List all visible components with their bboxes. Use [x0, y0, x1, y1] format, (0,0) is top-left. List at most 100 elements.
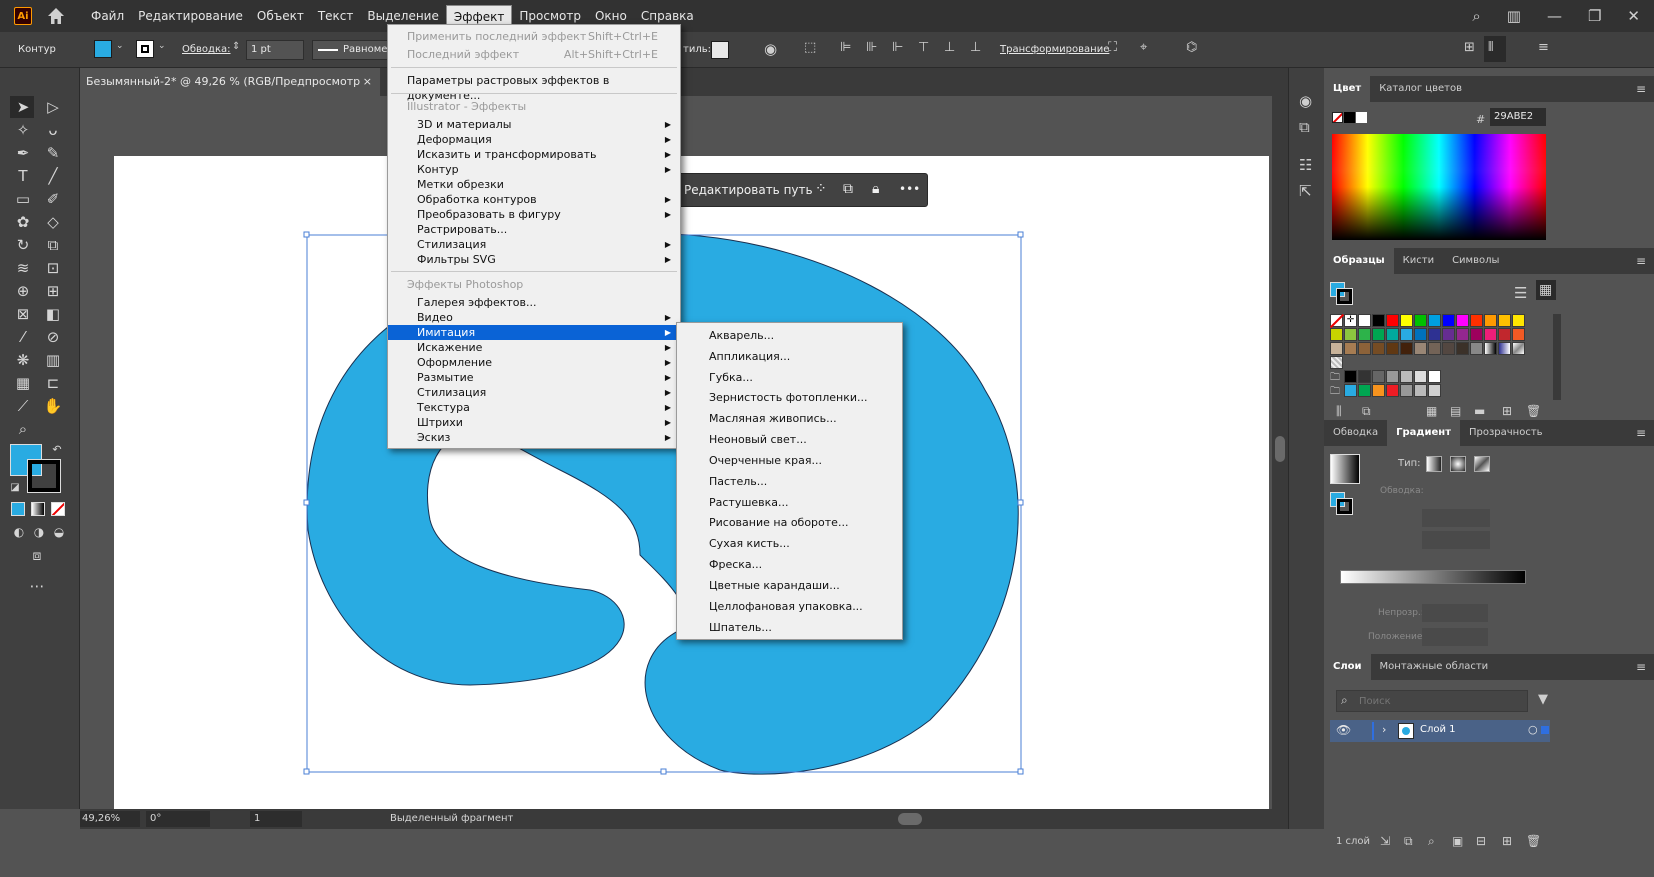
gradient-aspect-field[interactable] [1422, 531, 1490, 549]
menu-artistic[interactable]: Имитация ▶ [388, 325, 680, 340]
swatch-cell[interactable] [1512, 342, 1525, 355]
swatch-cell[interactable] [1512, 314, 1525, 327]
lasso-tool-icon[interactable]: ᴗ [42, 120, 64, 140]
shape-builder-tool-icon[interactable]: ⊕ [12, 281, 34, 301]
submenu-item[interactable]: Масляная живопись... [709, 411, 837, 427]
menu-effect-gallery[interactable]: Галерея эффектов... [388, 295, 680, 310]
menu-rasterize[interactable]: Растрировать... [388, 222, 680, 237]
stepper-icon[interactable]: ⇕ [232, 41, 240, 52]
swatch-cell[interactable] [1456, 328, 1469, 341]
menu-crop-marks[interactable]: Метки обрезки [388, 177, 680, 192]
warp-tool-icon[interactable]: ≋ [12, 258, 34, 278]
menu-svg-filters[interactable]: Фильтры SVG ▶ [388, 252, 680, 267]
type-tool-icon[interactable]: T [12, 166, 34, 186]
new-sublayer-icon[interactable]: ⊟ [1476, 834, 1486, 848]
swatch-cell[interactable] [1372, 342, 1385, 355]
hand-tool-icon[interactable]: ✋ [42, 396, 64, 416]
menu-icon[interactable]: ≡ [1538, 40, 1549, 55]
workspace-icon[interactable]: ▥ [1507, 7, 1521, 25]
stroke-swatch[interactable] [136, 40, 154, 58]
swatch-cell[interactable] [1372, 370, 1385, 383]
delete-layer-icon[interactable]: 🗑︎ [1526, 834, 1541, 848]
duplicate-icon[interactable]: ⧉ [843, 181, 853, 197]
draw-inside-icon[interactable]: ◒ [48, 522, 70, 542]
edit-toolbar-icon[interactable]: ⋯ [26, 576, 48, 596]
swatch-cell[interactable] [1456, 342, 1469, 355]
swatch-cell[interactable] [1470, 328, 1483, 341]
menu-path[interactable]: Контур ▶ [388, 162, 680, 177]
tab-color[interactable]: Цвет [1324, 76, 1371, 102]
close-window-icon[interactable]: ✕ [1627, 7, 1640, 25]
vertical-scrollbar[interactable] [1272, 96, 1288, 809]
scale-tool-icon[interactable]: ⧉ [42, 235, 64, 255]
swatch-cell[interactable] [1428, 384, 1441, 397]
panel-menu-icon[interactable]: ≡ [1636, 426, 1646, 440]
gradient-preview[interactable] [1330, 454, 1360, 484]
grid-view-icon[interactable]: ▦ [1539, 282, 1552, 298]
tab-gradient[interactable]: Градиент [1387, 420, 1460, 446]
tab-swatches[interactable]: Образцы [1324, 248, 1394, 274]
align-middle-icon[interactable]: ⊥ [944, 40, 955, 55]
screen-mode-icon[interactable]: ⧈ [26, 546, 48, 566]
swatch-cell[interactable] [1400, 342, 1413, 355]
slice-tool-icon[interactable]: ⟋ [12, 396, 34, 416]
layers-search-box[interactable]: ⌕ [1336, 690, 1528, 712]
swatch-stroke-preview[interactable] [1336, 288, 1353, 305]
menu-object[interactable]: Объект [250, 5, 311, 27]
swatch-cell[interactable] [1358, 328, 1371, 341]
zoom-tool-icon[interactable]: ⌕ [12, 419, 34, 439]
none-mode-icon[interactable] [51, 502, 65, 516]
tab-layers[interactable]: Слои [1324, 654, 1371, 680]
direct-selection-tool-icon[interactable]: ▷ [42, 97, 64, 117]
swatch-cell[interactable] [1484, 314, 1497, 327]
swatch-cell[interactable] [1498, 328, 1511, 341]
menu-3d-materials[interactable]: 3D и материалы ▶ [388, 117, 680, 132]
blend-tool-icon[interactable]: ⊘ [42, 327, 64, 347]
home-icon[interactable] [46, 6, 66, 26]
submenu-item[interactable]: Фреска... [709, 557, 762, 573]
align-right-icon[interactable]: ⊩ [892, 40, 903, 55]
menu-distort-transform[interactable]: Исказить и трансформировать ▶ [388, 147, 680, 162]
mesh-tool-icon[interactable]: ⊠ [12, 304, 34, 324]
clipping-mask-icon[interactable]: ▣ [1452, 834, 1463, 848]
column-graph-tool-icon[interactable]: ▥ [42, 350, 64, 370]
swatch-cell[interactable] [1484, 342, 1497, 355]
swatch-cell[interactable] [1400, 328, 1413, 341]
swatch-cell[interactable] [1498, 342, 1511, 355]
pen-tool-icon[interactable]: ✒ [12, 143, 34, 163]
submenu-item[interactable]: Акварель... [709, 328, 774, 344]
menu-brush-strokes[interactable]: Штрихи ▶ [388, 415, 680, 430]
swatch-cell[interactable] [1386, 342, 1399, 355]
perspective-grid-tool-icon[interactable]: ⊞ [42, 281, 64, 301]
black-swatch[interactable] [1344, 112, 1355, 123]
swatch-cell[interactable]: ✛ [1344, 314, 1357, 327]
align-bottom-icon[interactable]: ⊥ [970, 40, 981, 55]
swatch-kinds-icon[interactable]: ▦ [1426, 404, 1437, 418]
radial-gradient-button[interactable] [1450, 456, 1466, 472]
menu-type[interactable]: Текст [311, 5, 361, 27]
tab-brushes[interactable]: Кисти [1394, 248, 1443, 274]
position-field[interactable] [1422, 628, 1488, 646]
swatch-cell[interactable] [1358, 314, 1371, 327]
chevron-down-icon[interactable]: ⌄ [158, 41, 166, 51]
rotation-field[interactable]: 0° [146, 811, 210, 827]
swatch-cell[interactable] [1414, 328, 1427, 341]
swatch-cell[interactable] [1414, 314, 1427, 327]
eyedropper-tool-icon[interactable]: ⁄ [12, 327, 34, 347]
menu-blur[interactable]: Размытие ▶ [388, 370, 680, 385]
swatch-cell[interactable] [1330, 356, 1343, 369]
submenu-item[interactable]: Шпатель... [709, 620, 772, 636]
arrange-docs-icon[interactable]: ⊞ [1464, 40, 1475, 55]
menu-convert-to-shape[interactable]: Преобразовать в фигуру ▶ [388, 207, 680, 222]
symbol-sprayer-tool-icon[interactable]: ❋ [12, 350, 34, 370]
isolate-icon[interactable]: ⛶ [1108, 40, 1117, 55]
locate-object-icon[interactable]: ⌕ [1428, 834, 1435, 849]
swatch-cell[interactable] [1400, 384, 1413, 397]
new-color-group-icon[interactable]: ▬ [1474, 404, 1485, 418]
color-spectrum[interactable] [1332, 134, 1546, 240]
chevron-down-icon[interactable]: ⌄ [116, 41, 124, 51]
export-icon[interactable]: ⧉ [1404, 834, 1413, 849]
swatch-options-icon[interactable]: ▤ [1450, 404, 1461, 418]
submenu-item[interactable]: Сухая кисть... [709, 536, 790, 552]
style-swatch[interactable] [711, 41, 729, 59]
